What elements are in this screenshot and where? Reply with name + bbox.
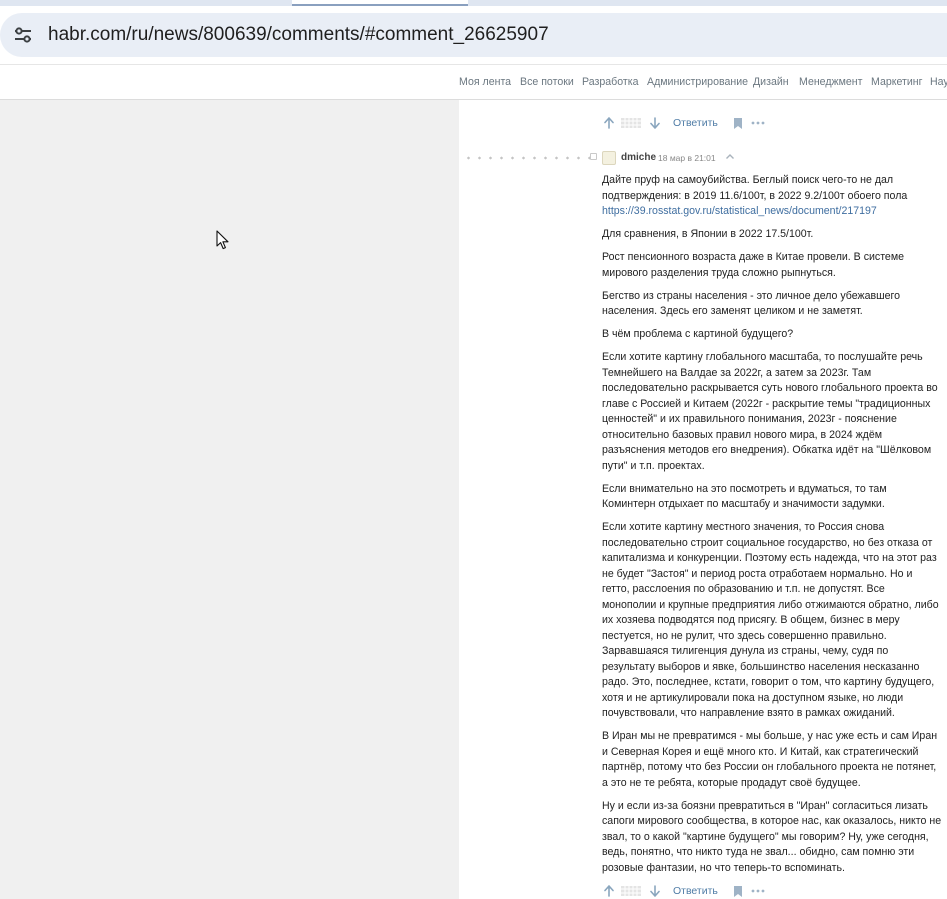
comment-paragraph: В чём проблема с картиной будущего? [602,328,794,340]
nav-item-all-streams[interactable]: Все потоки [520,76,574,88]
comment-paragraph: Если хотите картину глобального масштаба… [602,351,938,472]
comment-actions-top: Ответить [603,116,783,132]
comment-datetime[interactable]: 18 мар в 21:01 [658,153,716,163]
comment-paragraph: Дайте пруф на самоубийства. Беглый поиск… [602,174,908,217]
site-info-tune-icon[interactable] [10,23,36,47]
comments-column: Ответить dmiche 18 мар в 21:01 Дайте пру… [459,100,947,899]
arrow-down-icon[interactable] [649,116,661,130]
arrow-up-icon[interactable] [603,116,615,130]
vote-score-placeholder [621,118,641,128]
comment-paragraph: Если хотите картину местного значения, т… [602,521,939,719]
nav-item-administration[interactable]: Администрирование [647,76,748,88]
comment-body: Дайте пруф на самоубийства. Беглый поиск… [602,173,942,884]
comment-paragraph: Ну и если из-за боязни превратиться в "И… [602,799,942,874]
avatar[interactable] [602,151,616,165]
url-text[interactable]: habr.com/ru/news/800639/comments/#commen… [48,23,549,47]
thread-branch-marker[interactable] [590,153,597,160]
nav-item-popsci[interactable]: Научпоп [930,76,947,88]
nav-item-design[interactable]: Дизайн [753,76,789,88]
nav-item-my-feed[interactable]: Моя лента [459,76,511,88]
chevron-up-icon[interactable] [725,152,735,162]
comment-paragraph: В Иран мы не превратимся - мы больше, у … [602,730,938,789]
page-left-margin [0,100,459,899]
browser-active-tab[interactable] [292,0,468,6]
more-icon[interactable] [751,120,765,126]
reply-button[interactable]: Ответить [673,885,718,897]
nav-item-development[interactable]: Разработка [582,76,638,88]
mouse-cursor-icon [216,230,229,250]
bookmark-icon[interactable] [733,885,743,898]
arrow-down-icon[interactable] [649,884,661,898]
arrow-up-icon[interactable] [603,884,615,898]
nav-item-management[interactable]: Менеджмент [799,76,863,88]
comment-paragraph: Бегство из страны населения - это личное… [602,289,901,318]
address-bar[interactable]: habr.com/ru/news/800639/comments/#commen… [0,13,947,57]
comment-paragraph: Если внимательно на это посмотреть и вду… [602,482,887,511]
rosstat-link[interactable]: https://39.rosstat.gov.ru/statistical_ne… [602,205,877,217]
more-icon[interactable] [751,888,765,894]
reply-button[interactable]: Ответить [673,117,718,129]
bookmark-icon[interactable] [733,117,743,130]
comment-author[interactable]: dmiche [621,152,656,163]
habr-nav-bar: Моя лента Все потоки Разработка Админист… [0,64,947,100]
nav-item-marketing[interactable]: Маркетинг [871,76,923,88]
comment-paragraph: Для сравнения, в Японии в 2022 17.5/100т… [602,228,814,240]
comment-paragraph: Рост пенсионного возраста даже в Китае п… [602,251,905,279]
comment-meta: dmiche 18 мар в 21:01 [602,150,802,168]
comment-actions-bottom: Ответить [603,884,783,899]
browser-tab-strip [0,0,947,6]
thread-indent-dots [463,156,595,160]
vote-score-placeholder [621,886,641,896]
